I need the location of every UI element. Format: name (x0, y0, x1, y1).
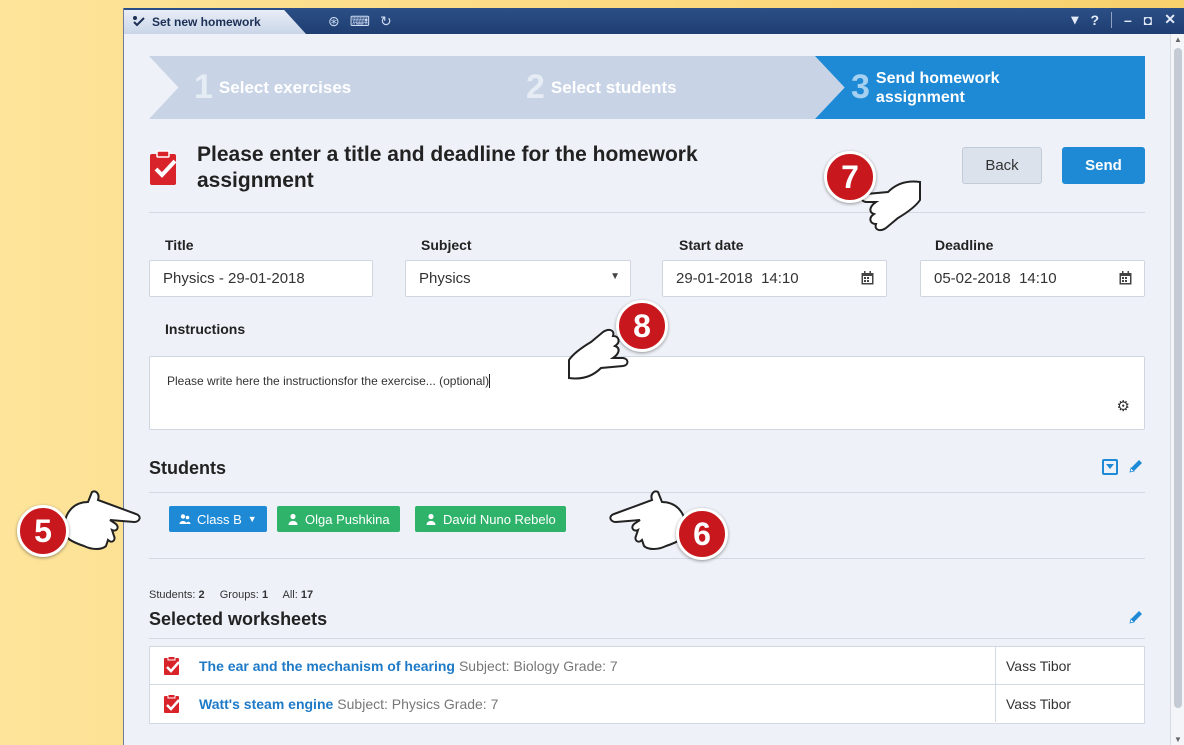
refresh-icon[interactable]: ↻ (380, 12, 392, 30)
worksheet-meta: Subject: Biology Grade: 7 (458, 657, 618, 674)
start-date-label: Start date (679, 237, 744, 253)
step-label: Select students (550, 77, 677, 97)
clipboard-check-icon (164, 655, 180, 675)
title-bar: Set new homework ⊛ ⌨ ↻ ▾ ? – ◘ ✕ (124, 8, 1184, 34)
vertical-scrollbar[interactable]: ▲ ▼ (1170, 34, 1184, 745)
chip-class-b[interactable]: Class B ▼ (169, 506, 267, 532)
callout-badge-7: 7 (824, 151, 876, 203)
tab-set-new-homework[interactable]: Set new homework (124, 10, 306, 34)
clipboard-check-icon (150, 150, 177, 185)
scroll-up-icon[interactable]: ▲ (1174, 35, 1182, 44)
person-icon (288, 513, 298, 525)
scroll-down-icon[interactable]: ▼ (1174, 735, 1182, 744)
minimize-icon[interactable]: – (1124, 12, 1132, 28)
deadline-label: Deadline (935, 237, 994, 253)
deadline-input[interactable]: 05-02-2018 14:10 (920, 260, 1145, 297)
worksheet-author: Vass Tibor (995, 685, 1146, 722)
page-title: Please enter a title and deadline for th… (197, 143, 698, 192)
pencil-icon[interactable] (1128, 458, 1144, 474)
worksheet-title-link[interactable]: The ear and the mechanism of hearing (199, 658, 455, 674)
clipboard-check-icon (164, 694, 180, 713)
callout-badge-5: 5 (17, 505, 69, 557)
callout-badge-6: 6 (676, 508, 728, 560)
pencil-icon[interactable] (1128, 609, 1144, 625)
help-icon[interactable]: ? (1090, 12, 1099, 28)
all-count: 17 (300, 589, 314, 601)
title-input[interactable]: Physics - 29-01-2018 (149, 260, 373, 297)
groups-count: 1 (261, 589, 269, 601)
homework-tab-icon (133, 16, 145, 27)
text-cursor (489, 374, 491, 388)
divider (149, 212, 1145, 213)
calendar-icon[interactable] (1119, 271, 1132, 285)
chip-olga-pushkina[interactable]: Olga Pushkina (277, 506, 400, 532)
pointing-hand-icon (609, 490, 688, 550)
subject-select[interactable]: Physics ▼ (405, 260, 631, 297)
person-icon (426, 513, 436, 525)
homework-window: Set new homework ⊛ ⌨ ↻ ▾ ? – ◘ ✕ 1 Selec… (123, 8, 1184, 745)
dropdown-icon[interactable]: ▾ (1071, 11, 1078, 28)
gear-icon[interactable]: ⚙ (1117, 397, 1130, 415)
title-label: Title (165, 237, 194, 253)
chip-label: David Nuno Rebelo (443, 511, 556, 527)
step-number: 2 (526, 68, 545, 106)
instructions-label: Instructions (165, 321, 246, 337)
worksheets-heading: Selected worksheets (149, 609, 328, 629)
start-date-input[interactable]: 29-01-2018 14:10 (662, 260, 887, 297)
maximize-icon[interactable]: ◘ (1144, 12, 1152, 28)
step-send-assignment[interactable]: 3 Send homework assignment (815, 56, 1145, 119)
student-stats: Students: 2 Groups: 1 All: 17 (149, 589, 325, 601)
table-row[interactable]: The ear and the mechanism of hearing Sub… (150, 647, 1144, 685)
worksheet-meta: Subject: Physics Grade: 7 (337, 696, 499, 712)
pointing-hand-icon (62, 490, 141, 550)
chip-label: Class B (197, 511, 242, 527)
start-date-value: 29-01-2018 14:10 (676, 270, 799, 287)
worksheets-table: The ear and the mechanism of hearing Sub… (149, 646, 1145, 724)
subject-label: Subject (421, 237, 472, 253)
keyboard-icon[interactable]: ⌨ (350, 12, 370, 30)
wizard-steps: 1 Select exercises 2 Select students 3 S… (149, 56, 1145, 119)
separator (1111, 11, 1112, 28)
step-select-students[interactable]: 2 Select students (481, 56, 849, 119)
scrollbar-thumb[interactable] (1174, 48, 1182, 708)
instructions-text: Please write here the instructionsfor th… (167, 374, 490, 388)
help-circle-icon[interactable]: ⊛ (328, 12, 340, 30)
deadline-value: 05-02-2018 14:10 (934, 270, 1057, 287)
chevron-down-icon[interactable]: ▼ (248, 514, 257, 524)
calendar-icon[interactable] (861, 271, 874, 285)
group-icon (179, 514, 191, 524)
send-button[interactable]: Send (1062, 147, 1145, 184)
step-select-exercises[interactable]: 1 Select exercises (149, 56, 517, 119)
title-value: Physics - 29-01-2018 (163, 270, 305, 287)
subject-value: Physics (419, 270, 471, 287)
chip-david-nuno-rebelo[interactable]: David Nuno Rebelo (415, 506, 566, 532)
page-header: Please enter a title and deadline for th… (149, 142, 1145, 212)
divider (149, 638, 1145, 639)
all-count-label: All: (282, 589, 298, 601)
step-label: Select exercises (218, 77, 352, 97)
table-row[interactable]: Watt's steam engine Subject: Physics Gra… (150, 685, 1144, 723)
students-count: 2 (198, 589, 205, 601)
divider (149, 558, 1145, 559)
tab-label: Set new homework (152, 15, 261, 29)
step-number: 1 (194, 68, 213, 106)
collapse-icon[interactable] (1102, 459, 1118, 475)
step-number: 3 (851, 68, 870, 106)
dialog-content: 1 Select exercises 2 Select students 3 S… (124, 34, 1170, 745)
worksheet-title-link[interactable]: Watt's steam engine (199, 696, 333, 712)
close-icon[interactable]: ✕ (1164, 11, 1176, 28)
callout-badge-8: 8 (616, 300, 668, 352)
chip-label: Olga Pushkina (305, 511, 390, 527)
step-label: Send homework assignment (875, 69, 1000, 106)
chevron-down-icon: ▼ (610, 271, 620, 282)
instructions-textarea[interactable]: Please write here the instructionsfor th… (149, 356, 1145, 430)
groups-count-label: Groups: (219, 589, 259, 601)
worksheet-author: Vass Tibor (995, 647, 1146, 684)
students-heading: Students (149, 458, 227, 478)
back-button[interactable]: Back (962, 147, 1042, 184)
students-count-label: Students: (149, 589, 196, 601)
